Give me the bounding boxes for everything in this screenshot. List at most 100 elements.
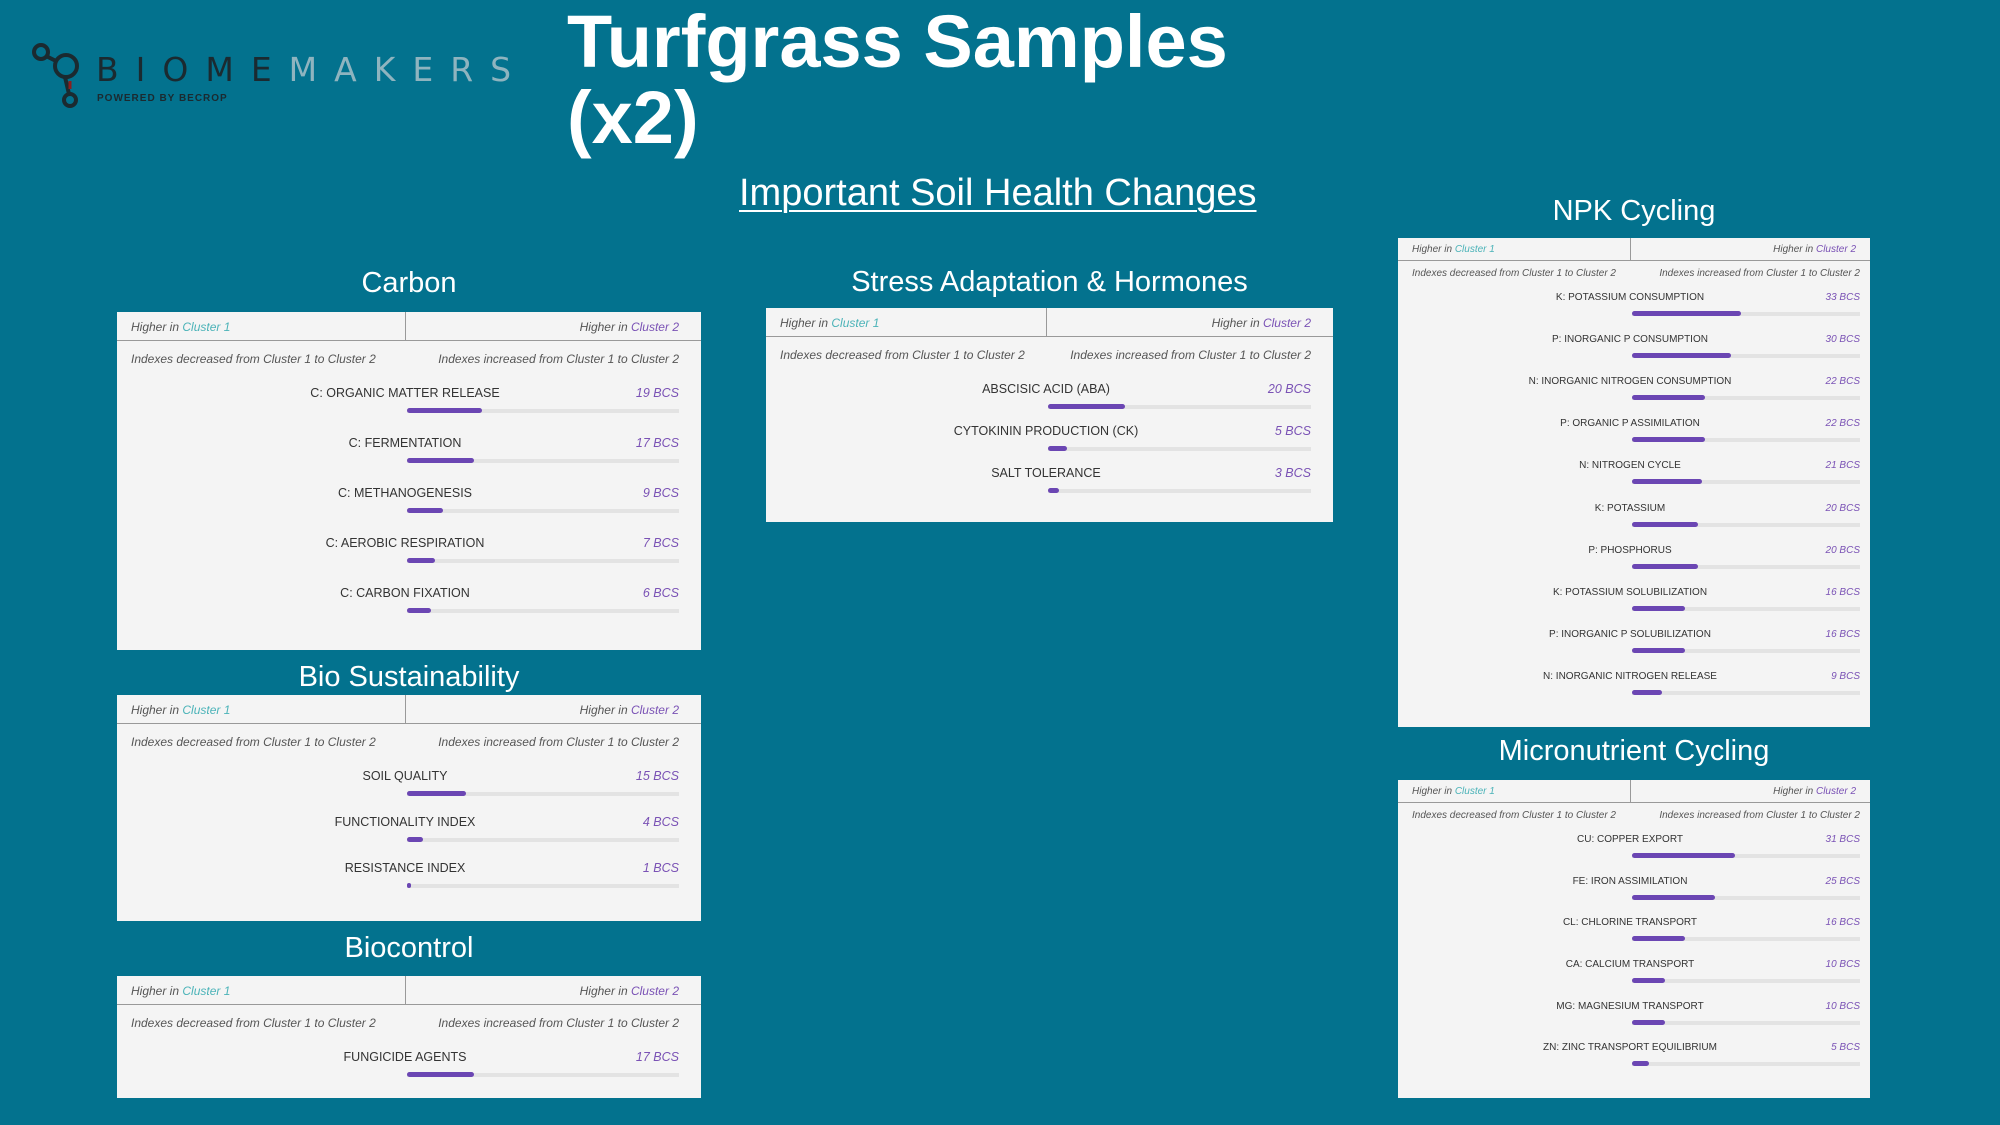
bcs-value: 9 BCS xyxy=(642,486,679,500)
higher-in-label: Higher in xyxy=(1773,786,1816,797)
bcs-value: 25 BCS xyxy=(1825,876,1860,887)
biocontrol-panel: Higher in Cluster 1 Higher in Cluster 2 In… xyxy=(117,976,701,1098)
index-label: FE: IRON ASSIMILATION xyxy=(1572,876,1688,887)
cluster-2-label: Cluster 2 xyxy=(630,320,679,334)
index-row: N: INORGANIC NITROGEN RELEASE 9 BCS xyxy=(1398,671,1870,697)
bcs-bar-track xyxy=(407,457,679,463)
bcs-value: 7 BCS xyxy=(642,536,679,550)
index-row: K: POTASSIUM SOLUBILIZATION 16 BCS xyxy=(1398,587,1870,613)
bio-sustainability-panel: Higher in Cluster 1 Higher in Cluster 2 In… xyxy=(117,695,701,921)
index-label: N: NITROGEN CYCLE xyxy=(1579,460,1681,471)
panel-header: Higher in Cluster 1 Higher in Cluster 2 xyxy=(1398,780,1870,803)
higher-in-label: Higher in xyxy=(1412,244,1455,255)
bcs-bar-track xyxy=(407,882,679,888)
increased-caption: Indexes increased from Cluster 1 to Clus… xyxy=(438,735,679,749)
index-row: FUNCTIONALITY INDEX 4 BCS xyxy=(117,815,701,844)
bcs-bar-fill xyxy=(1632,606,1685,611)
carbon-panel: Higher in Cluster 1 Higher in Cluster 2 In… xyxy=(117,312,701,650)
index-row: FUNGICIDE AGENTS 17 BCS xyxy=(117,1050,701,1079)
higher-in-cluster-2: Higher in Cluster 2 xyxy=(1212,316,1311,330)
cluster-1-label: Cluster 1 xyxy=(1454,786,1495,797)
bcs-value: 31 BCS xyxy=(1825,834,1860,845)
bcs-bar-fill xyxy=(407,557,435,563)
stress-panel: Higher in Cluster 1 Higher in Cluster 2 In… xyxy=(766,308,1333,522)
header-divider xyxy=(1630,238,1631,260)
header-divider xyxy=(405,976,406,1004)
bcs-bar-fill xyxy=(1048,445,1067,451)
index-row: ABSCISIC ACID (ABA) 20 BCS xyxy=(766,382,1333,411)
bcs-bar-track xyxy=(1632,936,1860,941)
decreased-caption: Indexes decreased from Cluster 1 to Clus… xyxy=(780,348,1025,362)
higher-in-label: Higher in xyxy=(131,320,183,334)
bcs-bar-track xyxy=(1632,853,1860,858)
bcs-bar-track xyxy=(1632,978,1860,983)
bcs-bar-track xyxy=(407,407,679,413)
bcs-value: 20 BCS xyxy=(1825,503,1860,514)
header-divider xyxy=(405,695,406,723)
index-label: N: INORGANIC NITROGEN RELEASE xyxy=(1543,671,1717,682)
index-label: C: FERMENTATION xyxy=(348,436,462,450)
bcs-bar-track xyxy=(1632,895,1860,900)
bcs-bar-fill xyxy=(407,457,474,463)
micronutrient-title: Micronutrient Cycling xyxy=(1498,735,1770,767)
bcs-value: 20 BCS xyxy=(1267,382,1311,396)
bcs-bar-track xyxy=(1632,564,1860,569)
index-row: C: METHANOGENESIS 9 BCS xyxy=(117,486,701,515)
index-label: CYTOKININ PRODUCTION (CK) xyxy=(953,424,1139,438)
bcs-value: 33 BCS xyxy=(1825,292,1860,303)
bcs-bar-fill xyxy=(1632,1020,1665,1025)
index-label: MG: MAGNESIUM TRANSPORT xyxy=(1556,1001,1704,1012)
npk-panel: Higher in Cluster 1 Higher in Cluster 2 In… xyxy=(1398,238,1870,727)
decreased-caption: Indexes decreased from Cluster 1 to Clus… xyxy=(131,352,376,366)
bcs-value: 20 BCS xyxy=(1825,545,1860,556)
bcs-bar-track xyxy=(1632,479,1860,484)
increased-caption: Indexes increased from Cluster 1 to Clus… xyxy=(1659,268,1860,279)
higher-in-cluster-1: Higher in Cluster 1 xyxy=(1412,786,1495,797)
index-row: K: POTASSIUM CONSUMPTION 33 BCS xyxy=(1398,292,1870,318)
carbon-title: Carbon xyxy=(361,267,457,299)
bcs-bar-fill xyxy=(1048,487,1059,493)
decreased-caption: Indexes decreased from Cluster 1 to Clus… xyxy=(131,1016,376,1030)
index-row: P: INORGANIC P CONSUMPTION 30 BCS xyxy=(1398,334,1870,360)
index-row: N: INORGANIC NITROGEN CONSUMPTION 22 BCS xyxy=(1398,376,1870,402)
bcs-bar-track xyxy=(1632,395,1860,400)
higher-in-cluster-2: Higher in Cluster 2 xyxy=(580,320,679,334)
cluster-2-label: Cluster 2 xyxy=(1815,786,1856,797)
panel-header: Higher in Cluster 1 Higher in Cluster 2 xyxy=(117,976,701,1005)
logo-wordmark: BIOMEMAKERS xyxy=(96,50,529,89)
higher-in-cluster-2: Higher in Cluster 2 xyxy=(1773,244,1856,255)
index-label: P: PHOSPHORUS xyxy=(1588,545,1672,556)
index-row: CYTOKININ PRODUCTION (CK) 5 BCS xyxy=(766,424,1333,453)
increased-caption: Indexes increased from Cluster 1 to Clus… xyxy=(438,352,679,366)
index-row: K: POTASSIUM 20 BCS xyxy=(1398,503,1870,529)
bcs-value: 3 BCS xyxy=(1274,466,1311,480)
header-divider xyxy=(1630,780,1631,802)
cluster-1-label: Cluster 1 xyxy=(182,984,231,998)
bcs-bar-track xyxy=(407,836,679,842)
index-label: N: INORGANIC NITROGEN CONSUMPTION xyxy=(1528,376,1732,387)
bcs-bar-fill xyxy=(1632,936,1685,941)
index-label: K: POTASSIUM CONSUMPTION xyxy=(1555,292,1705,303)
bcs-bar-fill xyxy=(1632,895,1715,900)
bcs-bar-fill xyxy=(1632,564,1698,569)
index-label: FUNGICIDE AGENTS xyxy=(343,1050,467,1064)
bcs-value: 6 BCS xyxy=(642,586,679,600)
index-row: C: ORGANIC MATTER RELEASE 19 BCS xyxy=(117,386,701,415)
increased-caption: Indexes increased from Cluster 1 to Clus… xyxy=(1070,348,1311,362)
bcs-bar-fill xyxy=(407,507,443,513)
index-row: C: CARBON FIXATION 6 BCS xyxy=(117,586,701,615)
higher-in-cluster-1: Higher in Cluster 1 xyxy=(131,320,230,334)
micronutrient-panel: Higher in Cluster 1 Higher in Cluster 2 In… xyxy=(1398,780,1870,1098)
bcs-bar-track xyxy=(407,790,679,796)
index-row: CA: CALCIUM TRANSPORT 10 BCS xyxy=(1398,959,1870,985)
decreased-caption: Indexes decreased from Cluster 1 to Clus… xyxy=(131,735,376,749)
bcs-bar-track xyxy=(1048,487,1311,493)
panel-header: Higher in Cluster 1 Higher in Cluster 2 xyxy=(766,308,1333,337)
index-label: K: POTASSIUM SOLUBILIZATION xyxy=(1552,587,1708,598)
index-label: K: POTASSIUM xyxy=(1594,503,1666,514)
bcs-bar-fill xyxy=(1632,353,1731,358)
panel-header: Higher in Cluster 1 Higher in Cluster 2 xyxy=(117,695,701,724)
index-label: CL: CHLORINE TRANSPORT xyxy=(1562,917,1698,928)
bcs-bar-fill xyxy=(1632,978,1665,983)
bcs-bar-track xyxy=(1632,311,1860,316)
